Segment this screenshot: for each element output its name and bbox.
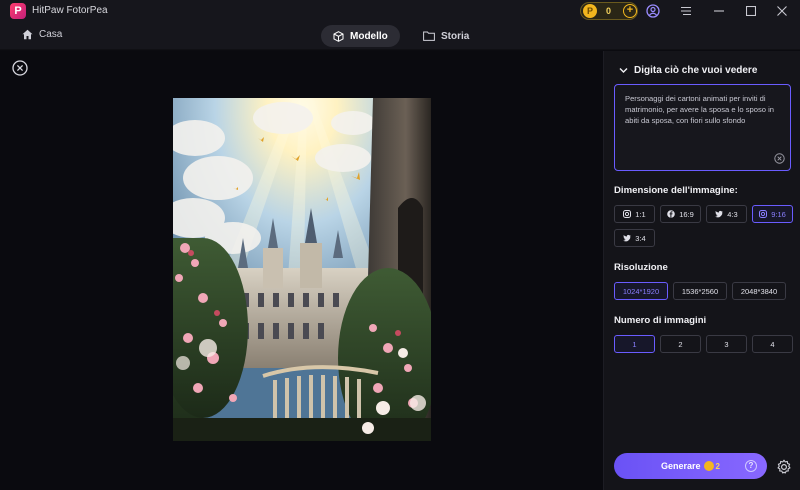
close-icon	[777, 6, 787, 16]
tab-modello-label: Modello	[350, 30, 388, 42]
count-option-1[interactable]: 1	[614, 335, 655, 353]
generated-image[interactable]	[173, 98, 431, 441]
generate-button[interactable]: Generare 2 ?	[614, 453, 767, 479]
nav-bar: Casa Modello Storia	[0, 22, 800, 50]
count-section-title: Numero di immagini	[614, 315, 707, 326]
chevron-down-icon	[619, 68, 628, 73]
close-window-button[interactable]	[773, 2, 791, 20]
coin-icon: P	[583, 4, 597, 18]
resolution-option-1536[interactable]: 1536*2560	[673, 282, 727, 300]
help-icon[interactable]: ?	[745, 460, 757, 472]
size-section-title: Dimensione dell'immagine:	[614, 185, 738, 196]
home-label: Casa	[39, 29, 63, 40]
menu-button[interactable]	[677, 2, 695, 20]
tab-storia-label: Storia	[441, 30, 470, 42]
size-option-label: 4:3	[727, 209, 738, 219]
coin-icon	[703, 461, 714, 471]
generate-label: Generare	[661, 461, 701, 471]
size-option-9-16[interactable]: 9:16	[752, 205, 793, 223]
size-option-label: 3:4	[635, 233, 646, 243]
tab-storia[interactable]: Storia	[411, 25, 481, 47]
count-option-3[interactable]: 3	[706, 335, 747, 353]
preview-canvas	[0, 51, 603, 490]
clear-prompt-icon[interactable]	[774, 153, 785, 164]
title-bar: P HitPaw FotorPea P 0 +	[0, 0, 800, 22]
count-option-2[interactable]: 2	[660, 335, 701, 353]
home-link[interactable]: Casa	[22, 29, 62, 40]
resolution-section-title: Risoluzione	[614, 262, 668, 273]
size-option-label: 16:9	[679, 209, 694, 219]
instagram-icon	[759, 210, 768, 218]
prompt-header[interactable]: Digita ciò che vuoi vedere	[619, 65, 757, 76]
close-circle-icon[interactable]	[12, 60, 28, 76]
generated-image-illustration	[173, 98, 431, 441]
account-button[interactable]	[644, 2, 662, 20]
facebook-icon	[667, 210, 675, 218]
tab-modello[interactable]: Modello	[321, 25, 400, 47]
coin-balance[interactable]: P 0 +	[580, 2, 638, 20]
cube-icon	[333, 30, 344, 42]
app-title: HitPaw FotorPea	[32, 5, 108, 16]
resolution-option-2048[interactable]: 2048*3840	[732, 282, 786, 300]
twitter-icon	[715, 210, 724, 218]
add-coins-icon[interactable]: +	[623, 4, 637, 18]
twitter-icon	[623, 234, 632, 242]
maximize-icon	[746, 6, 756, 16]
size-option-3-4[interactable]: 3:4	[614, 229, 655, 247]
maximize-button[interactable]	[742, 2, 760, 20]
size-option-label: 1:1	[635, 209, 646, 219]
menu-icon	[681, 6, 691, 16]
home-icon	[22, 29, 33, 40]
gear-icon[interactable]	[776, 459, 792, 475]
coin-count: 0	[606, 6, 612, 16]
folder-icon	[423, 31, 435, 41]
size-option-16-9[interactable]: 16:9	[660, 205, 701, 223]
user-icon	[646, 4, 660, 18]
size-option-1-1[interactable]: 1:1	[614, 205, 655, 223]
size-option-4-3[interactable]: 4:3	[706, 205, 747, 223]
generate-cost: 2	[715, 461, 720, 471]
resolution-option-1024[interactable]: 1024*1920	[614, 282, 668, 300]
count-option-4[interactable]: 4	[752, 335, 793, 353]
instagram-icon	[623, 210, 632, 218]
app-logo-icon: P	[10, 3, 26, 19]
minimize-button[interactable]	[710, 2, 728, 20]
prompt-input[interactable]: Personaggi dei cartoni animati per invit…	[614, 84, 791, 171]
prompt-text: Personaggi dei cartoni animati per invit…	[625, 94, 774, 125]
settings-panel: Digita ciò che vuoi vedere Personaggi de…	[603, 51, 800, 490]
size-option-label: 9:16	[771, 209, 786, 219]
minimize-icon	[714, 10, 724, 12]
prompt-title: Digita ciò che vuoi vedere	[634, 65, 758, 76]
